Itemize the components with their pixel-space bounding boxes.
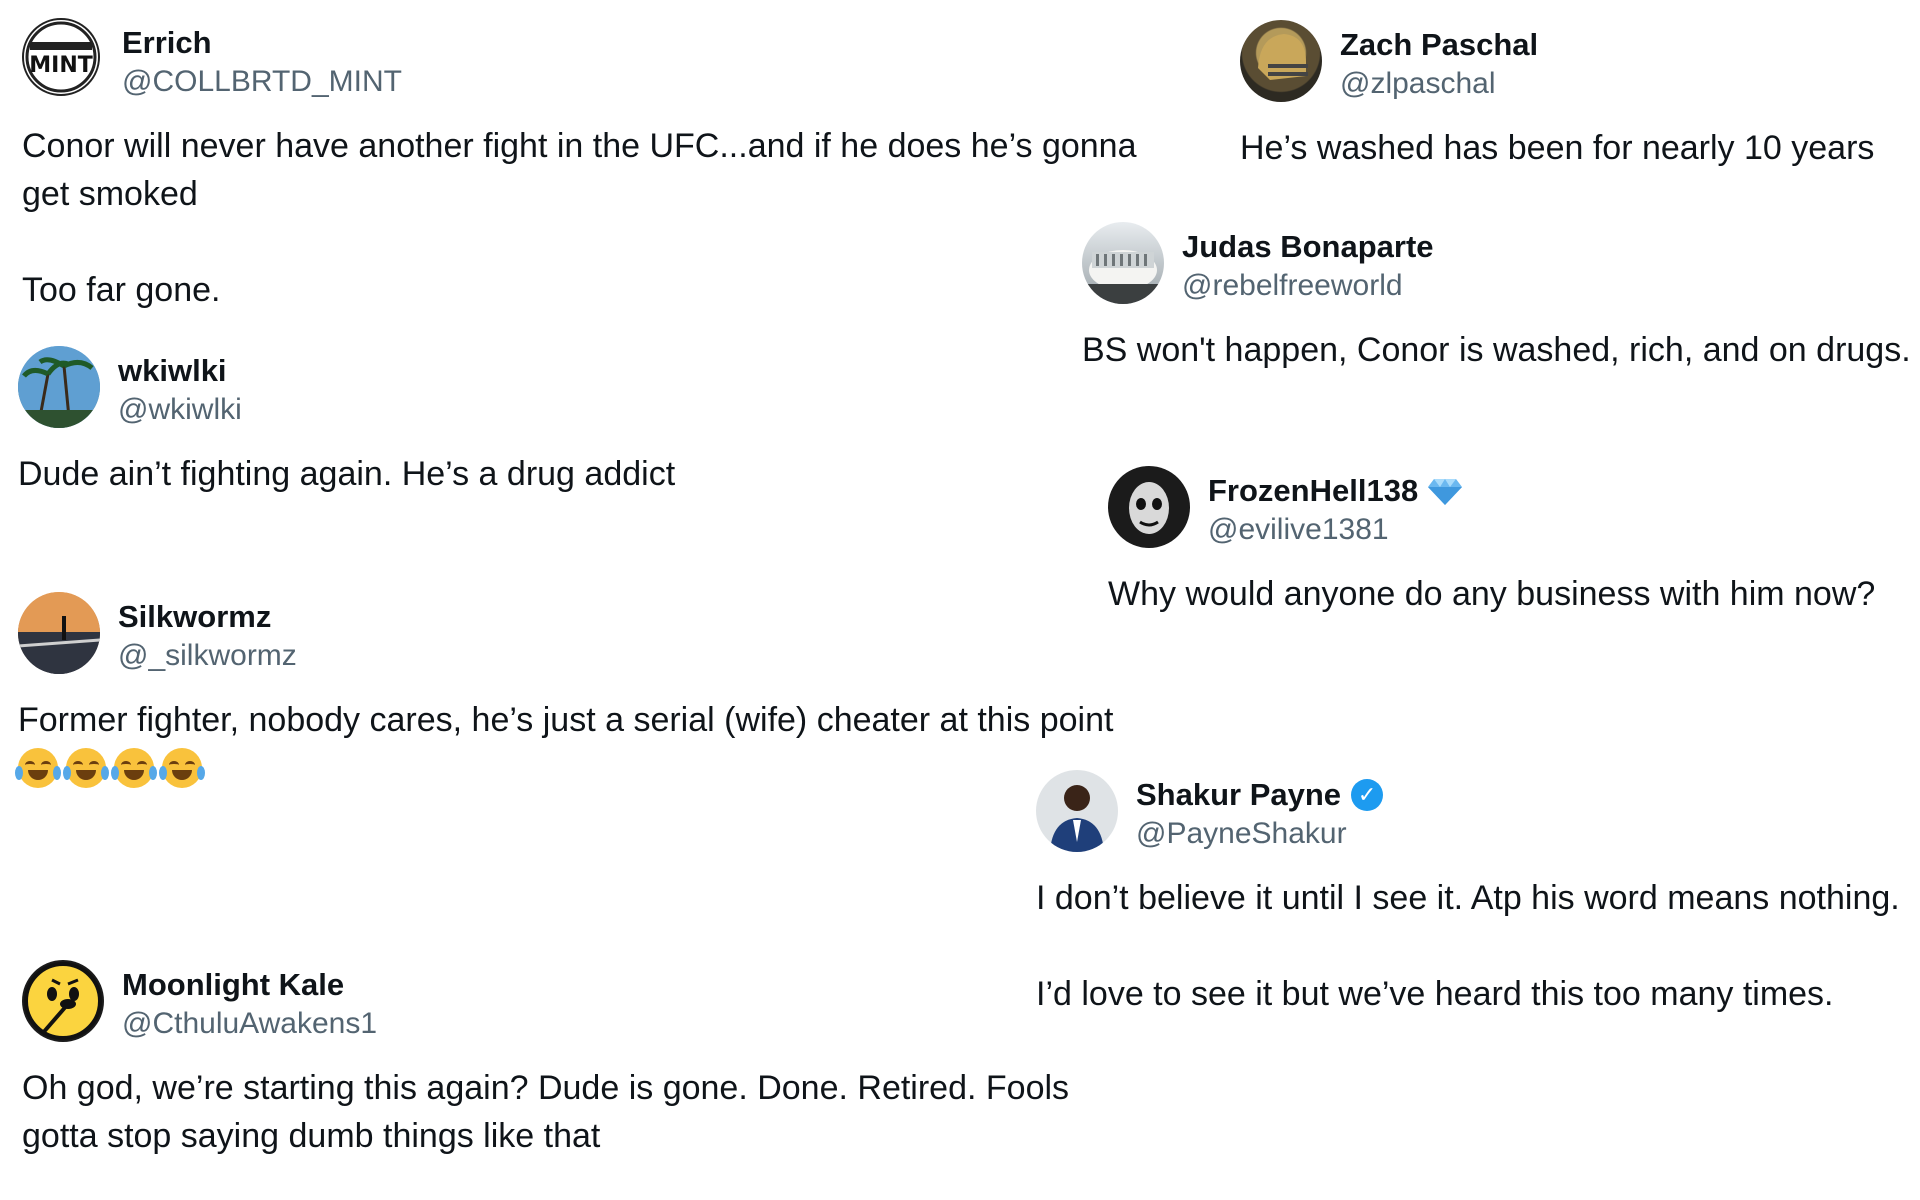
verified-icon: ✓ xyxy=(1351,779,1384,811)
joy-emoji-icon xyxy=(15,748,61,788)
football-helmet-icon xyxy=(1258,34,1308,80)
tweet-text: Former fighter, nobody cares, he’s just … xyxy=(18,701,1114,739)
avatar[interactable] xyxy=(1108,466,1190,548)
building-icon xyxy=(1082,250,1164,304)
avatar[interactable] xyxy=(18,592,100,674)
tweet-wkiwlki: wkiwlki @wkiwlki Dude ain’t fighting aga… xyxy=(18,346,675,498)
tweet-text: Conor will never have another fight in t… xyxy=(22,127,1137,309)
display-name[interactable]: Zach Paschal xyxy=(1340,26,1538,64)
tweet-zach-paschal: Zach Paschal @zlpaschal He’s washed has … xyxy=(1240,20,1874,172)
tweet-text: He’s washed has been for nearly 10 years xyxy=(1240,129,1875,167)
display-name[interactable]: Silkwormz xyxy=(118,598,297,636)
sunset-beach-icon xyxy=(18,592,100,674)
tweet-text: I don’t believe it until I see it. Atp h… xyxy=(1036,879,1900,1013)
thinking-face-icon xyxy=(24,962,102,1040)
user-handle[interactable]: @zlpaschal xyxy=(1340,64,1538,104)
joy-emoji-icon xyxy=(111,748,157,788)
person-in-suit-icon xyxy=(1050,785,1104,852)
display-name[interactable]: Judas Bonaparte xyxy=(1182,228,1434,266)
avatar[interactable] xyxy=(1082,222,1164,304)
user-handle[interactable]: @wkiwlki xyxy=(118,390,242,430)
tweet-text: Dude ain’t fighting again. He’s a drug a… xyxy=(18,455,676,493)
tweet-shakur-payne: Shakur Payne ✓ @PayneShakur I don’t beli… xyxy=(1036,770,1900,1018)
tweet-silkwormz: Silkwormz @_silkwormz Former fighter, no… xyxy=(15,592,1114,788)
emoji-row xyxy=(15,748,1113,788)
tweet-moonlight-kale: Moonlight Kale @CthuluAwakens1 Oh god, w… xyxy=(22,960,1069,1160)
tweet-errich: MINT Errich @COLLBRTD_MINT Conor will ne… xyxy=(22,18,1137,314)
display-name[interactable]: FrozenHell138 xyxy=(1208,472,1463,510)
joy-emoji-icon xyxy=(63,748,109,788)
user-handle[interactable]: @rebelfreeworld xyxy=(1182,266,1434,306)
avatar[interactable] xyxy=(1036,770,1118,852)
user-handle[interactable]: @COLLBRTD_MINT xyxy=(122,62,402,102)
tweet-judas-bonaparte: Judas Bonaparte @rebelfreeworld BS won't… xyxy=(1082,222,1911,374)
palm-trees-icon xyxy=(18,346,100,428)
tweet-frozenhell138: FrozenHell138 @evilive1381 Why would any… xyxy=(1108,466,1875,618)
display-name[interactable]: Moonlight Kale xyxy=(122,966,377,1004)
joy-emoji-icon xyxy=(159,748,205,788)
avatar[interactable] xyxy=(18,346,100,428)
display-name[interactable]: Errich xyxy=(122,24,402,62)
display-name[interactable]: Shakur Payne ✓ xyxy=(1136,776,1384,814)
user-handle[interactable]: @PayneShakur xyxy=(1136,814,1383,854)
user-handle[interactable]: @CthuluAwakens1 xyxy=(122,1004,377,1044)
mint-logo-icon: MINT xyxy=(25,21,97,93)
tweet-text: BS won't happen, Conor is washed, rich, … xyxy=(1082,331,1911,369)
tweet-text: Oh god, we’re starting this again? Dude … xyxy=(22,1069,1070,1155)
user-handle[interactable]: @_silkwormz xyxy=(118,636,297,676)
gem-icon xyxy=(1428,479,1463,505)
avatar[interactable] xyxy=(22,960,104,1042)
svg-text:MINT: MINT xyxy=(29,53,93,78)
user-handle[interactable]: @evilive1381 xyxy=(1208,510,1462,550)
tweet-text: Why would anyone do any business with hi… xyxy=(1108,575,1876,613)
avatar[interactable]: MINT xyxy=(22,18,100,96)
display-name[interactable]: wkiwlki xyxy=(118,352,242,390)
dark-face-icon xyxy=(1129,482,1169,534)
avatar[interactable] xyxy=(1240,20,1322,102)
